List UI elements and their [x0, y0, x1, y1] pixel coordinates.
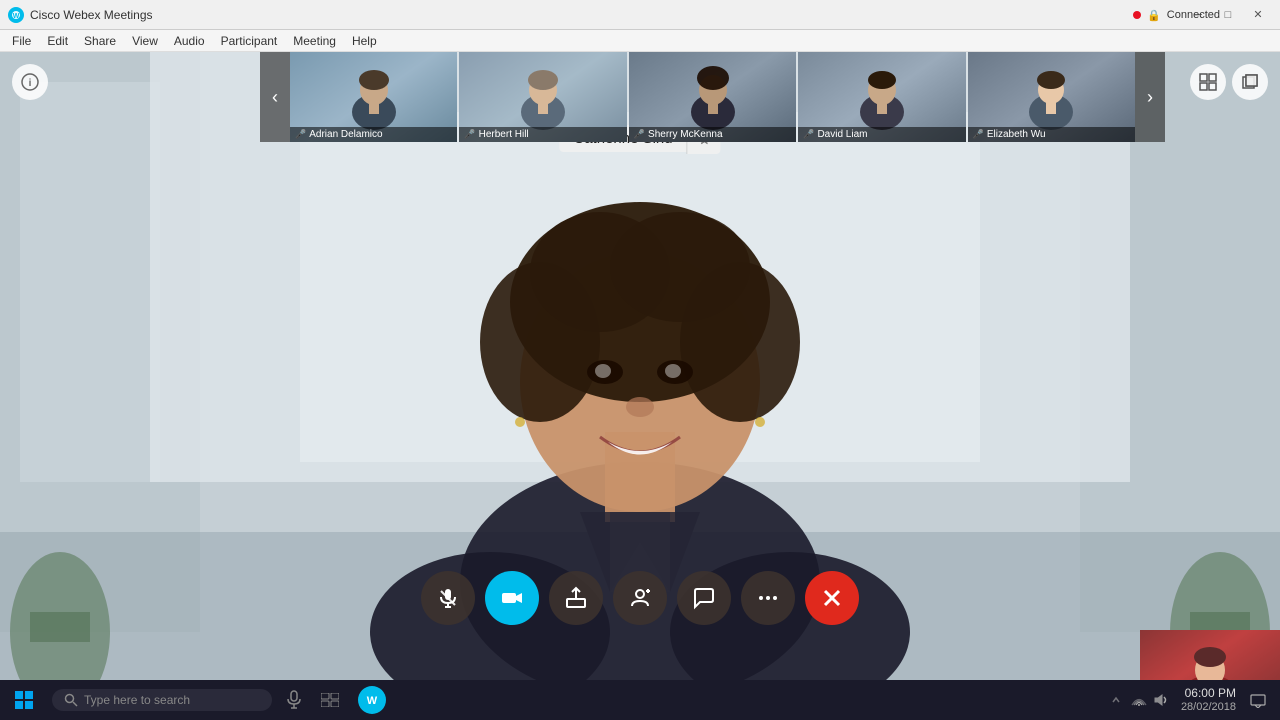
- menu-view[interactable]: View: [124, 32, 166, 50]
- main-video-area: i Catherine Sinu: [0, 52, 1280, 720]
- more-icon: [756, 586, 780, 610]
- volume-icon: [1153, 693, 1169, 707]
- menu-share[interactable]: Share: [76, 32, 124, 50]
- thumb-5-label: 🎤 Elizabeth Wu: [968, 127, 1135, 142]
- thumb-5-person: [1021, 62, 1081, 132]
- svg-text:W: W: [367, 695, 378, 707]
- share-button[interactable]: [549, 571, 603, 625]
- mic-icon: [436, 586, 460, 610]
- menu-edit[interactable]: Edit: [39, 32, 76, 50]
- prev-icon: ‹: [272, 87, 278, 108]
- thumbnail-5[interactable]: 🎤 Elizabeth Wu: [968, 52, 1135, 142]
- chat-button[interactable]: [677, 571, 731, 625]
- taskbar-webex-circle: W: [358, 686, 386, 714]
- up-arrow-icon: [1109, 693, 1123, 707]
- thumb-5-name: Elizabeth Wu: [987, 129, 1046, 140]
- thumbnail-3[interactable]: 🎤 Sherry McKenna: [629, 52, 796, 142]
- search-icon: [64, 693, 78, 707]
- app-title: Cisco Webex Meetings: [30, 8, 153, 22]
- thumb-1-person: [344, 62, 404, 132]
- title-bar: W Cisco Webex Meetings 🔒 Connected ─ □ ✕: [0, 0, 1280, 30]
- thumbnails-prev-button[interactable]: ‹: [260, 52, 290, 142]
- taskbar-webex-logo: W: [363, 691, 381, 709]
- connection-status-text: Connected: [1167, 9, 1220, 21]
- thumb-5-mic-icon: 🎤: [973, 129, 984, 140]
- date-display: 28/02/2018: [1181, 701, 1236, 714]
- popout-button[interactable]: [1232, 64, 1268, 100]
- thumb-3-label: 🎤 Sherry McKenna: [629, 127, 796, 142]
- clock[interactable]: 06:00 PM 28/02/2018: [1181, 686, 1236, 714]
- top-right-controls: [1190, 64, 1268, 100]
- info-button[interactable]: i: [12, 64, 48, 100]
- start-button[interactable]: [0, 680, 48, 720]
- thumb-1-label: 🎤 Adrian Delamico: [290, 127, 457, 142]
- mute-mic-button[interactable]: [421, 571, 475, 625]
- connection-dot-icon: [1133, 11, 1141, 19]
- connection-status-bar: 🔒 Connected: [1133, 0, 1220, 30]
- popout-icon: [1241, 73, 1259, 91]
- thumb-1-name: Adrian Delamico: [309, 129, 382, 140]
- end-call-button[interactable]: [805, 571, 859, 625]
- thumb-4-person: [852, 62, 912, 132]
- tray-icons: [1131, 693, 1169, 707]
- camera-button[interactable]: [485, 571, 539, 625]
- menu-help[interactable]: Help: [344, 32, 385, 50]
- thumb-3-person: [683, 62, 743, 132]
- windows-icon: [14, 690, 34, 710]
- taskbar-search[interactable]: Type here to search: [52, 689, 272, 711]
- thumb-4-name: David Liam: [817, 129, 867, 140]
- taskbar-mic-icon: [286, 690, 302, 710]
- notification-center-button[interactable]: [1244, 682, 1272, 718]
- thumbnail-1[interactable]: 🎤 Adrian Delamico: [290, 52, 457, 142]
- camera-icon: [500, 586, 524, 610]
- info-icon: i: [21, 73, 39, 91]
- menu-participant[interactable]: Participant: [213, 32, 286, 50]
- grid-view-button[interactable]: [1190, 64, 1226, 100]
- title-bar-left: W Cisco Webex Meetings: [8, 7, 153, 23]
- svg-text:i: i: [29, 78, 32, 89]
- webex-logo-icon: W: [8, 7, 24, 23]
- thumbnail-2[interactable]: 🎤 Herbert Hill: [459, 52, 626, 142]
- menu-meeting[interactable]: Meeting: [285, 32, 344, 50]
- thumb-4-label: 🎤 David Liam: [798, 127, 965, 142]
- svg-text:W: W: [13, 13, 20, 20]
- thumb-3-name: Sherry McKenna: [648, 129, 722, 140]
- thumb-1-mic-icon: 🎤: [295, 129, 306, 140]
- taskbar-webex-icon[interactable]: W: [352, 682, 392, 718]
- thumb-4-mic-icon: 🎤: [803, 129, 814, 140]
- thumbnails-next-button[interactable]: ›: [1135, 52, 1165, 142]
- grid-icon: [1199, 73, 1217, 91]
- thumb-2-label: 🎤 Herbert Hill: [459, 127, 626, 142]
- menu-bar: File Edit Share View Audio Participant M…: [0, 30, 1280, 52]
- taskbar-mic-button[interactable]: [276, 682, 312, 718]
- time-display: 06:00 PM: [1185, 686, 1236, 700]
- close-button[interactable]: ✕: [1244, 4, 1272, 26]
- control-bar: [421, 571, 859, 625]
- thumb-2-name: Herbert Hill: [479, 129, 529, 140]
- thumbnail-strip: 🎤 Adrian Delamico 🎤 Herbert Hill: [290, 52, 1135, 142]
- menu-file[interactable]: File: [4, 32, 39, 50]
- thumbnail-4[interactable]: 🎤 David Liam: [798, 52, 965, 142]
- task-view-icon: [321, 693, 339, 707]
- system-tray: 06:00 PM 28/02/2018: [1101, 682, 1280, 718]
- next-icon: ›: [1147, 87, 1153, 108]
- participants-button[interactable]: [613, 571, 667, 625]
- thumb-2-person: [513, 62, 573, 132]
- search-placeholder: Type here to search: [84, 693, 190, 707]
- lock-icon: 🔒: [1147, 9, 1161, 22]
- participants-icon: [628, 586, 652, 610]
- windows-taskbar: Type here to search W: [0, 680, 1280, 720]
- notification-icon: [1250, 692, 1266, 708]
- thumb-3-mic-icon: 🎤: [634, 129, 645, 140]
- task-view-button[interactable]: [312, 682, 348, 718]
- network-icon: [1131, 694, 1147, 706]
- menu-audio[interactable]: Audio: [166, 32, 213, 50]
- share-icon: [564, 586, 588, 610]
- more-options-button[interactable]: [741, 571, 795, 625]
- end-call-icon: [820, 586, 844, 610]
- chat-icon: [692, 586, 716, 610]
- thumb-2-mic-icon: 🎤: [464, 129, 475, 140]
